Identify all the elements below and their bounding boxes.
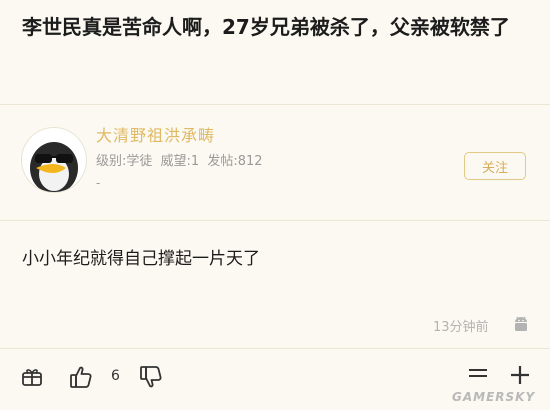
comment-text: 小小年纪就得自己撑起一片天了 xyxy=(22,249,260,269)
gift-icon[interactable] xyxy=(20,364,44,388)
user-level: 级别:学徒 xyxy=(96,154,153,169)
post-title: 李世民真是苦命人啊，27岁兄弟被杀了，父亲被软禁了 xyxy=(22,15,510,39)
penguin-sunglasses-avatar-icon xyxy=(30,142,78,192)
user-prestige: 威望:1 xyxy=(160,154,200,169)
thumbs-up-icon[interactable] xyxy=(68,364,94,390)
comment-timestamp: 13分钟前 xyxy=(433,320,489,335)
user-post-count: 发帖:812 xyxy=(207,154,263,169)
like-count: 6 xyxy=(111,368,120,384)
gamersky-watermark: GAMERSKY xyxy=(452,390,536,404)
divider xyxy=(0,348,550,349)
menu-icon[interactable] xyxy=(466,364,490,388)
user-stats: 级别:学徒 威望:1 发帖:812 xyxy=(96,150,267,169)
thumbs-down-icon[interactable] xyxy=(138,364,164,390)
divider xyxy=(0,104,550,105)
follow-button[interactable]: 关注 xyxy=(464,152,526,180)
username[interactable]: 大清野祖洪承畴 xyxy=(96,122,215,146)
divider xyxy=(0,220,550,221)
plus-icon[interactable] xyxy=(509,364,531,386)
user-signature: - xyxy=(96,176,101,190)
android-icon xyxy=(515,316,527,331)
avatar[interactable] xyxy=(22,128,86,192)
